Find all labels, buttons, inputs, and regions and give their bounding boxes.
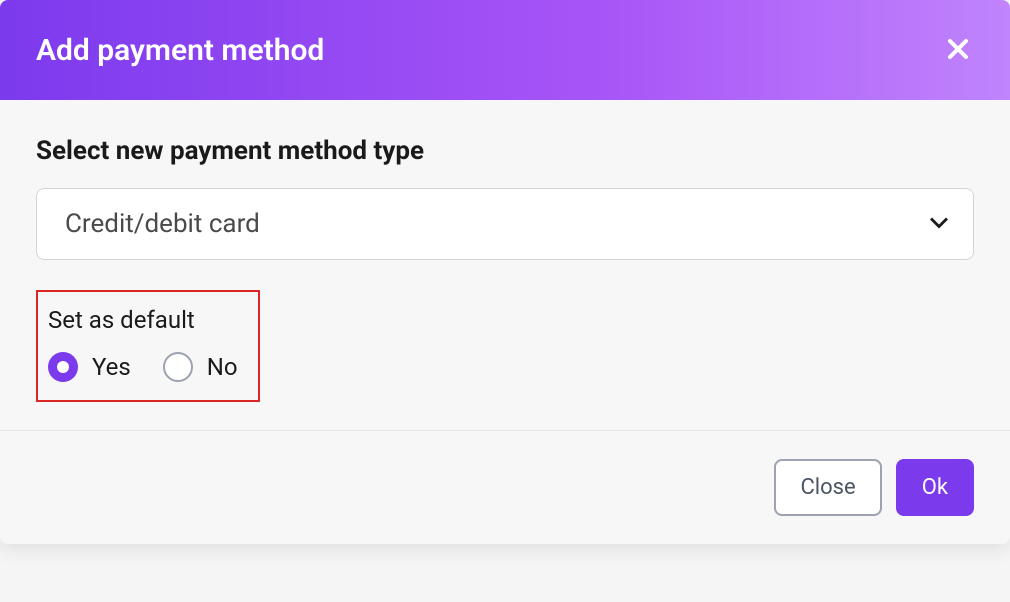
payment-type-select-wrapper: Credit/debit card bbox=[36, 188, 974, 260]
close-icon[interactable] bbox=[942, 30, 974, 70]
radio-label-yes: Yes bbox=[92, 353, 131, 381]
radio-option-yes[interactable]: Yes bbox=[48, 352, 131, 382]
radio-label-no: No bbox=[207, 353, 238, 381]
modal-title: Add payment method bbox=[36, 33, 324, 68]
radio-icon-selected bbox=[48, 352, 78, 382]
ok-button[interactable]: Ok bbox=[896, 459, 974, 516]
modal-header: Add payment method bbox=[0, 0, 1010, 100]
set-default-label: Set as default bbox=[48, 306, 238, 334]
radio-icon-unselected bbox=[163, 352, 193, 382]
close-button[interactable]: Close bbox=[774, 459, 881, 516]
set-default-section: Set as default Yes No bbox=[36, 290, 260, 402]
add-payment-modal: Add payment method Select new payment me… bbox=[0, 0, 1010, 544]
set-default-radio-group: Yes No bbox=[48, 352, 238, 382]
radio-option-no[interactable]: No bbox=[163, 352, 238, 382]
modal-body: Select new payment method type Credit/de… bbox=[0, 100, 1010, 430]
payment-type-select[interactable]: Credit/debit card bbox=[36, 188, 974, 260]
payment-type-label: Select new payment method type bbox=[36, 136, 974, 166]
modal-footer: Close Ok bbox=[0, 430, 1010, 544]
